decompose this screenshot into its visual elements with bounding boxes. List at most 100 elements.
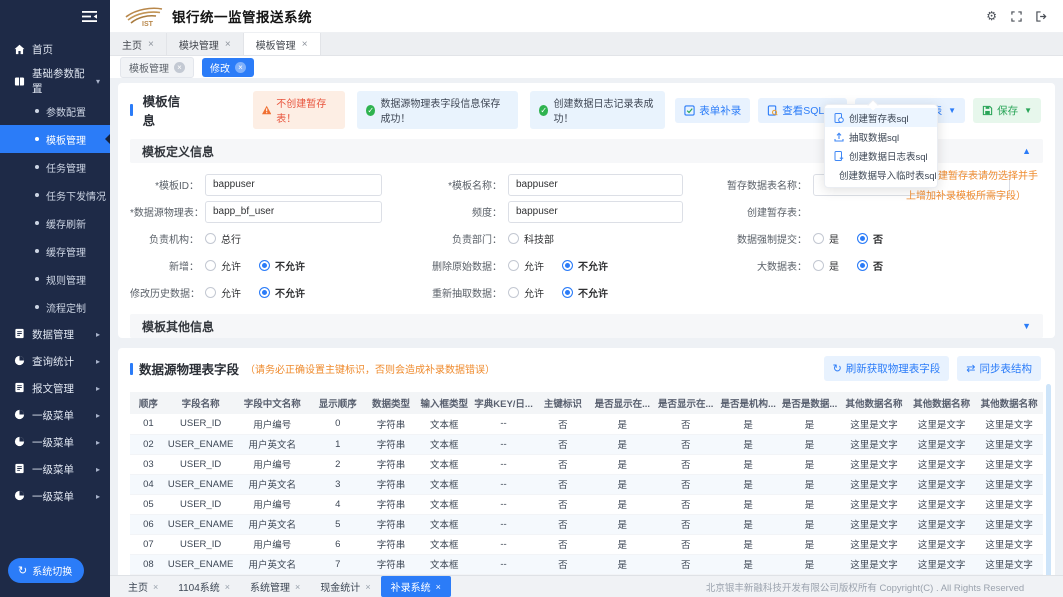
logout-icon[interactable] xyxy=(1036,11,1047,22)
table-cell: 是 xyxy=(779,454,840,474)
bottom-tab-1104[interactable]: 1104系统× xyxy=(168,576,240,597)
sidebar-sub-label: 缓存管理 xyxy=(46,244,86,259)
radio-force-submit-yes[interactable] xyxy=(813,233,824,244)
radio-force-submit-no[interactable] xyxy=(857,233,868,244)
sidebar-group-message-mgmt[interactable]: 报文管理▸ xyxy=(0,375,110,402)
radio-org-head-office[interactable] xyxy=(205,233,216,244)
template-name-input[interactable] xyxy=(508,174,683,196)
menu-item-create-import-temp-table-sql[interactable]: 创建数据导入临时表sql xyxy=(825,165,937,184)
close-icon[interactable]: × xyxy=(302,39,308,50)
sidebar-item-home[interactable]: 首页 xyxy=(0,33,110,65)
sidebar-group-menu-3[interactable]: 一级菜单▸ xyxy=(0,456,110,483)
sidebar-item-param-config[interactable]: 参数配置 xyxy=(0,97,110,125)
table-row[interactable]: 05USER_ID用户编号4字符串文本框--否是否是是这里是文字这里是文字这里是… xyxy=(130,494,1043,514)
radio-re-extract-deny[interactable] xyxy=(562,287,573,298)
menu-item-label: 抽取数据sql xyxy=(849,130,899,144)
collapse-down-icon[interactable]: ▼ xyxy=(1022,321,1031,331)
tab-module-mgmt[interactable]: 模块管理× xyxy=(167,33,244,55)
sync-structure-button[interactable]: ⇄ 同步表结构 xyxy=(957,356,1041,381)
close-icon[interactable]: × xyxy=(295,582,300,592)
bullet-icon xyxy=(35,305,39,309)
sidebar-item-rule-mgmt[interactable]: 规则管理 xyxy=(0,265,110,293)
chevron-right-icon: ▸ xyxy=(96,438,100,447)
table-cell: 07 xyxy=(130,534,167,554)
table-cell: 这里是文字 xyxy=(975,534,1043,554)
bottom-tab-cash-stats[interactable]: 现金统计 × xyxy=(310,576,380,597)
table-cell: 字符串 xyxy=(365,474,416,494)
radio-add-allow[interactable] xyxy=(205,260,216,271)
save-button[interactable]: 保存 ▼ xyxy=(973,98,1041,123)
table-row[interactable]: 02USER_ENAME用户英文名1字符串文本框--否是否是是这里是文字这里是文… xyxy=(130,434,1043,454)
sidebar-group-menu-2[interactable]: 一级菜单▸ xyxy=(0,429,110,456)
radio-del-raw-deny[interactable] xyxy=(562,260,573,271)
radio-big-table-yes[interactable] xyxy=(813,260,824,271)
table-cell: 是 xyxy=(591,414,654,434)
radio-re-extract-allow[interactable] xyxy=(508,287,519,298)
table-cell: 否 xyxy=(535,494,590,514)
radio-add-deny[interactable] xyxy=(259,260,270,271)
sidebar-item-cache-refresh[interactable]: 缓存刷新 xyxy=(0,209,110,237)
close-icon[interactable]: × xyxy=(225,39,231,50)
table-row[interactable]: 03USER_ID用户编号2字符串文本框--否是否是是这里是文字这里是文字这里是… xyxy=(130,454,1043,474)
radio-dept-tech[interactable] xyxy=(508,233,519,244)
bottom-tab-system-mgmt[interactable]: 系统管理× xyxy=(240,576,310,597)
sidebar-group-menu-1[interactable]: 一级菜单▸ xyxy=(0,402,110,429)
field-label: 数据强制提交： xyxy=(688,231,813,246)
sidebar-group-base-config[interactable]: 基础参数配置 ▾ xyxy=(0,65,110,97)
close-icon[interactable]: × xyxy=(153,582,158,592)
menu-item-extract-data-sql[interactable]: 抽取数据sql xyxy=(825,127,937,146)
field-label: 重新抽取数据： xyxy=(383,285,508,300)
table-row[interactable]: 01USER_ID用户编号0字符串文本框--否是否是是这里是文字这里是文字这里是… xyxy=(130,414,1043,434)
sidebar-group-data-mgmt[interactable]: 数据管理▸ xyxy=(0,321,110,348)
gear-icon[interactable]: ⚙ xyxy=(986,9,997,23)
close-circle-icon[interactable]: × xyxy=(174,62,185,73)
field-label: 新增： xyxy=(130,258,205,273)
radio-edit-history-deny[interactable] xyxy=(259,287,270,298)
sidebar-group-query-stats[interactable]: 查询统计▸ xyxy=(0,348,110,375)
table-row[interactable]: 04USER_ENAME用户英文名3字符串文本框--否是否是是这里是文字这里是文… xyxy=(130,474,1043,494)
refresh-fields-button[interactable]: ↻ 刷新获取物理表字段 xyxy=(824,356,950,381)
template-id-input[interactable] xyxy=(205,174,382,196)
close-circle-icon[interactable]: × xyxy=(235,62,246,73)
system-switch-button[interactable]: ↻ 系统切换 xyxy=(8,558,84,583)
bottom-tab-home[interactable]: 主页× xyxy=(118,576,168,597)
close-icon[interactable]: × xyxy=(436,582,441,592)
table-cell: 用户英文名 xyxy=(234,434,310,454)
close-icon[interactable]: × xyxy=(148,39,154,50)
radio-del-raw-allow[interactable] xyxy=(508,260,519,271)
sidebar-group-menu-4[interactable]: 一级菜单▸ xyxy=(0,483,110,510)
sidebar-group-label: 数据管理 xyxy=(32,327,74,342)
table-row[interactable]: 07USER_ID用户编号6字符串文本框--否是否是是这里是文字这里是文字这里是… xyxy=(130,534,1043,554)
radio-edit-history-allow[interactable] xyxy=(205,287,216,298)
table-row[interactable]: 08USER_ENAME用户英文名7字符串文本框--否是否是是这里是文字这里是文… xyxy=(130,554,1043,574)
fullscreen-icon[interactable] xyxy=(1011,11,1022,22)
sidebar-item-template-mgmt[interactable]: 模板管理 xyxy=(0,125,110,153)
sidebar-item-task-dispatch[interactable]: 任务下发情况 xyxy=(0,181,110,209)
bottom-tab-supplement-system[interactable]: 补录系统× xyxy=(381,576,451,597)
sidebar-item-process-custom[interactable]: 流程定制 xyxy=(0,293,110,321)
svg-text:IST: IST xyxy=(142,21,154,27)
table-cell: USER_ID xyxy=(167,454,235,474)
menu-fold-icon[interactable] xyxy=(82,11,97,22)
sidebar-item-cache-mgmt[interactable]: 缓存管理 xyxy=(0,237,110,265)
tag-template-mgmt[interactable]: 模板管理× xyxy=(120,57,194,78)
sidebar-item-task-mgmt[interactable]: 任务管理 xyxy=(0,153,110,181)
table-row[interactable]: 06USER_ENAME用户英文名5字符串文本框--否是否是是这里是文字这里是文… xyxy=(130,514,1043,534)
table-cell: 2 xyxy=(310,454,365,474)
close-icon[interactable]: × xyxy=(225,582,230,592)
field-label: 大数据表： xyxy=(688,258,813,273)
tag-edit[interactable]: 修改× xyxy=(202,58,254,77)
radio-big-table-no[interactable] xyxy=(857,260,868,271)
form-supplement-button[interactable]: 表单补录 xyxy=(675,98,750,123)
frequency-input[interactable] xyxy=(508,201,683,223)
menu-item-create-data-log-table-sql[interactable]: 创建数据日志表sql xyxy=(825,146,937,165)
collapse-up-icon[interactable]: ▲ xyxy=(1022,146,1031,156)
source-table-input[interactable] xyxy=(205,201,382,223)
close-icon[interactable]: × xyxy=(365,582,370,592)
tab-home[interactable]: 主页× xyxy=(110,33,167,55)
column-header: 是否显示在... xyxy=(654,392,717,414)
tab-label: 现金统计 xyxy=(320,579,360,594)
tab-template-mgmt[interactable]: 模板管理× xyxy=(244,33,321,55)
menu-item-create-temp-table-sql[interactable]: 创建暂存表sql xyxy=(825,108,937,127)
vertical-scrollbar-thumb[interactable] xyxy=(1046,384,1051,575)
